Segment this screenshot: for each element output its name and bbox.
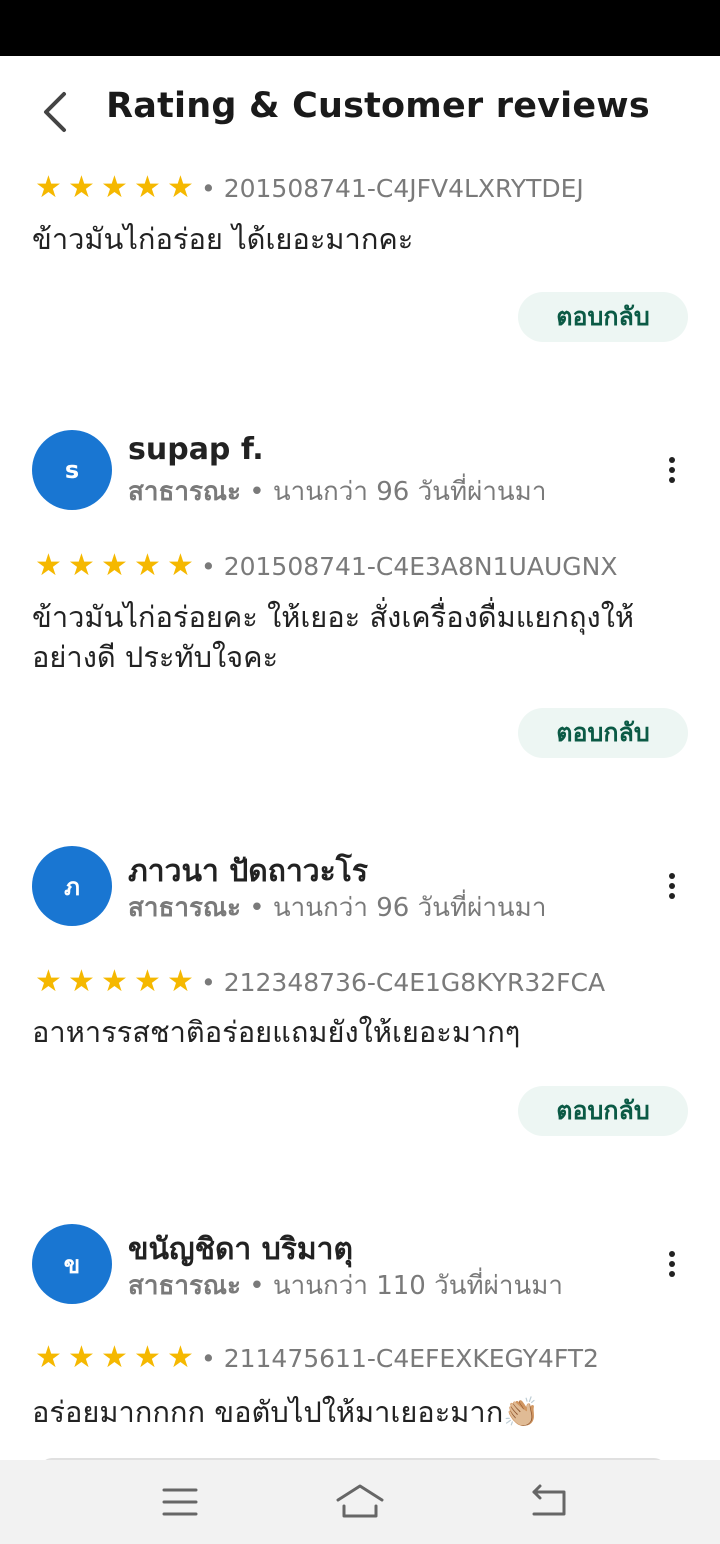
back-arrow-icon xyxy=(532,1484,566,1516)
star-icon: ★ xyxy=(101,964,128,999)
star-icon: ★ xyxy=(101,548,128,583)
more-options-button[interactable] xyxy=(656,866,688,906)
app-bar: Rating & Customer reviews xyxy=(0,56,720,162)
star-rating: ★ ★ ★ ★ ★ xyxy=(32,1340,197,1376)
order-id: • 212348736-C4E1G8KYR32FCA xyxy=(201,967,606,997)
star-icon: ★ xyxy=(35,964,62,999)
order-id: • 201508741-C4JFV4LXRYTDEJ xyxy=(201,173,584,203)
review-meta: สาธารณะ • นานกว่า 96 วันที่ผ่านมา xyxy=(128,887,546,928)
review-text: ข้าวมันไก่อร่อย ได้เยอะมากคะ xyxy=(32,222,414,256)
star-icon: ★ xyxy=(134,548,161,583)
star-icon: ★ xyxy=(68,964,95,999)
star-icon: ★ xyxy=(101,170,128,205)
star-icon: ★ xyxy=(101,1340,128,1375)
reply-button[interactable]: ตอบกลับ xyxy=(518,1086,688,1136)
star-rating: ★ ★ ★ ★ ★ xyxy=(32,548,197,584)
rating-row: ★ ★ ★ ★ ★ • 212348736-C4E1G8KYR32FCA xyxy=(32,964,605,1000)
order-id: • 201508741-C4E3A8N1UAUGNX xyxy=(201,551,618,581)
rating-row: ★ ★ ★ ★ ★ • 211475611-C4EFEXKEGY4FT2 xyxy=(32,1340,599,1376)
star-icon: ★ xyxy=(134,1340,161,1375)
review-time: • นานกว่า 110 วันที่ผ่านมา xyxy=(249,1271,563,1301)
star-rating: ★ ★ ★ ★ ★ xyxy=(32,964,197,1000)
star-icon: ★ xyxy=(68,170,95,205)
review-time: • นานกว่า 96 วันที่ผ่านมา xyxy=(249,893,547,923)
rating-row: ★ ★ ★ ★ ★ • 201508741-C4JFV4LXRYTDEJ xyxy=(32,170,584,206)
star-icon: ★ xyxy=(35,170,62,205)
avatar: ภ xyxy=(32,846,112,926)
reply-button[interactable]: ตอบกลับ xyxy=(518,292,688,342)
review-meta: สาธารณะ • นานกว่า 110 วันที่ผ่านมา xyxy=(128,1265,563,1306)
system-nav-bar xyxy=(0,1460,720,1544)
reviews-list: ★ ★ ★ ★ ★ • 201508741-C4JFV4LXRYTDEJ ข้า… xyxy=(0,162,720,1460)
star-icon: ★ xyxy=(167,1340,194,1375)
star-icon: ★ xyxy=(68,1340,95,1375)
more-options-button[interactable] xyxy=(656,1244,688,1284)
star-icon: ★ xyxy=(134,964,161,999)
page-title: Rating & Customer reviews xyxy=(106,86,650,126)
back-nav-button[interactable] xyxy=(526,1480,574,1524)
star-icon: ★ xyxy=(167,170,194,205)
reviewer-name: supap f. xyxy=(128,432,264,467)
star-icon: ★ xyxy=(134,170,161,205)
review-text: อาหารรสชาติอร่อยแถมยังให้เยอะมากๆ xyxy=(32,1015,521,1049)
more-options-button[interactable] xyxy=(656,450,688,490)
home-icon xyxy=(336,1484,384,1518)
star-icon: ★ xyxy=(167,548,194,583)
review-time: • นานกว่า 96 วันที่ผ่านมา xyxy=(249,477,547,507)
visibility-label: สาธารณะ xyxy=(128,1271,241,1301)
star-icon: ★ xyxy=(35,548,62,583)
reply-button[interactable]: ตอบกลับ xyxy=(518,708,688,758)
visibility-label: สาธารณะ xyxy=(128,477,241,507)
avatar: ข xyxy=(32,1224,112,1304)
menu-button[interactable] xyxy=(156,1480,204,1524)
status-bar xyxy=(0,0,720,56)
rating-row: ★ ★ ★ ★ ★ • 201508741-C4E3A8N1UAUGNX xyxy=(32,548,617,584)
star-icon: ★ xyxy=(35,1340,62,1375)
home-button[interactable] xyxy=(334,1480,386,1524)
visibility-label: สาธารณะ xyxy=(128,893,241,923)
star-rating: ★ ★ ★ ★ ★ xyxy=(32,170,197,206)
order-id: • 211475611-C4EFEXKEGY4FT2 xyxy=(201,1343,599,1373)
review-text: อร่อยมากกกก ขอตับไปให้มาเยอะมาก👏🏼 xyxy=(32,1395,540,1429)
avatar: s xyxy=(32,430,112,510)
review-text: ข้าวมันไก่อร่อยคะ ให้เยอะ สั่งเครื่องดื่… xyxy=(32,600,634,674)
review-meta: สาธารณะ • นานกว่า 96 วันที่ผ่านมา xyxy=(128,471,546,512)
star-icon: ★ xyxy=(167,964,194,999)
menu-icon xyxy=(162,1488,198,1516)
star-icon: ★ xyxy=(68,548,95,583)
